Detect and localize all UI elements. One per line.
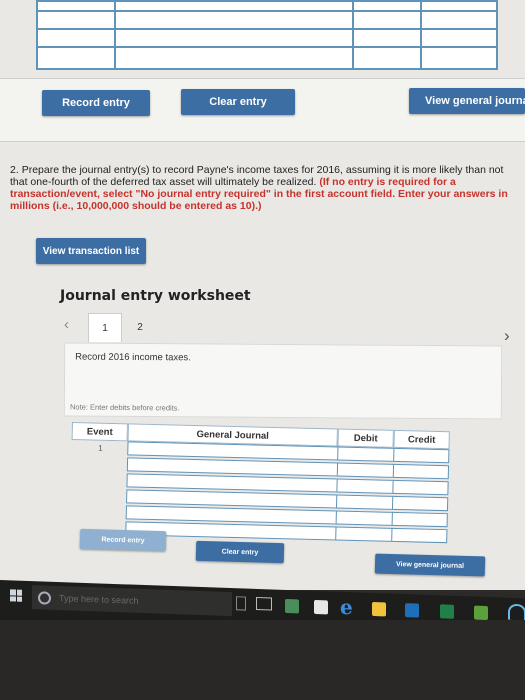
cortana-circle-icon	[38, 590, 51, 605]
app-icon[interactable]	[474, 605, 488, 621]
excel-icon[interactable]	[440, 604, 454, 619]
grid-cell[interactable]	[114, 28, 354, 48]
wifi-icon[interactable]	[508, 603, 525, 621]
store-icon[interactable]	[314, 599, 328, 615]
tab-1[interactable]: 1	[88, 313, 122, 342]
credit-header: Credit	[393, 429, 450, 450]
debit-field[interactable]	[335, 494, 395, 510]
chevron-left-icon[interactable]: ‹	[64, 316, 69, 333]
question-text: 2. Prepare the journal entry(s) to recor…	[10, 164, 510, 212]
record-entry-button[interactable]: Record entry	[42, 90, 150, 116]
grid-cell[interactable]	[36, 10, 116, 30]
note-text: Note: Enter debits before credits.	[69, 402, 180, 413]
mail-icon[interactable]	[405, 603, 419, 618]
previous-journal-grid	[36, 0, 498, 74]
debit-field[interactable]	[336, 462, 396, 478]
grid-cell[interactable]	[420, 46, 498, 70]
grid-cell[interactable]	[114, 10, 354, 30]
grid-cell[interactable]	[352, 10, 422, 30]
debit-field[interactable]	[337, 446, 396, 462]
grid-cell[interactable]	[420, 28, 498, 48]
event-cell: 1	[98, 443, 103, 453]
task-view-icon[interactable]	[256, 596, 272, 611]
view-general-journal-button[interactable]: View general journa	[409, 88, 525, 114]
grid-cell[interactable]	[36, 46, 116, 70]
windows-start-icon[interactable]	[10, 589, 22, 602]
monitor-bezel	[0, 620, 525, 700]
grid-cell[interactable]	[352, 46, 422, 70]
clear-entry-button[interactable]: Clear entry	[181, 89, 295, 115]
tab-2[interactable]: 2	[124, 313, 156, 341]
credit-field[interactable]	[392, 463, 450, 480]
browser-page: Record entry Clear entry View general jo…	[0, 0, 525, 590]
credit-field[interactable]	[391, 527, 448, 544]
grid-cell[interactable]	[352, 28, 422, 48]
credit-field[interactable]	[393, 447, 450, 464]
chevron-right-icon[interactable]: ›	[504, 326, 510, 346]
worksheet-record-entry-button[interactable]: Record entry	[79, 528, 167, 552]
debit-header: Debit	[337, 428, 394, 448]
taskbar-search-box[interactable]: Type here to search	[32, 585, 232, 617]
debit-field[interactable]	[335, 510, 394, 526]
debit-field[interactable]	[335, 526, 394, 542]
search-placeholder: Type here to search	[59, 593, 139, 606]
entry-description: Record 2016 income taxes.	[75, 351, 191, 364]
question-number: 2.	[10, 164, 19, 176]
debit-field[interactable]	[336, 478, 395, 494]
view-transaction-list-button[interactable]: View transaction list	[36, 238, 146, 264]
microphone-icon[interactable]	[236, 596, 246, 611]
worksheet-view-general-journal-button[interactable]: View general journal	[374, 553, 486, 577]
photos-app-icon[interactable]	[285, 598, 299, 614]
event-header: Event	[71, 422, 128, 442]
credit-field[interactable]	[391, 495, 449, 512]
photo-of-screen: Record entry Clear entry View general jo…	[0, 0, 525, 700]
grid-cell[interactable]	[36, 28, 116, 48]
worksheet-clear-entry-button[interactable]: Clear entry	[195, 540, 285, 564]
grid-cell[interactable]	[114, 46, 354, 70]
credit-field[interactable]	[391, 511, 448, 528]
worksheet-title: Journal entry worksheet	[60, 288, 251, 304]
file-explorer-icon[interactable]	[372, 601, 386, 617]
credit-field[interactable]	[392, 479, 449, 496]
grid-cell[interactable]	[420, 10, 498, 30]
edge-browser-icon[interactable]: e	[340, 595, 353, 619]
